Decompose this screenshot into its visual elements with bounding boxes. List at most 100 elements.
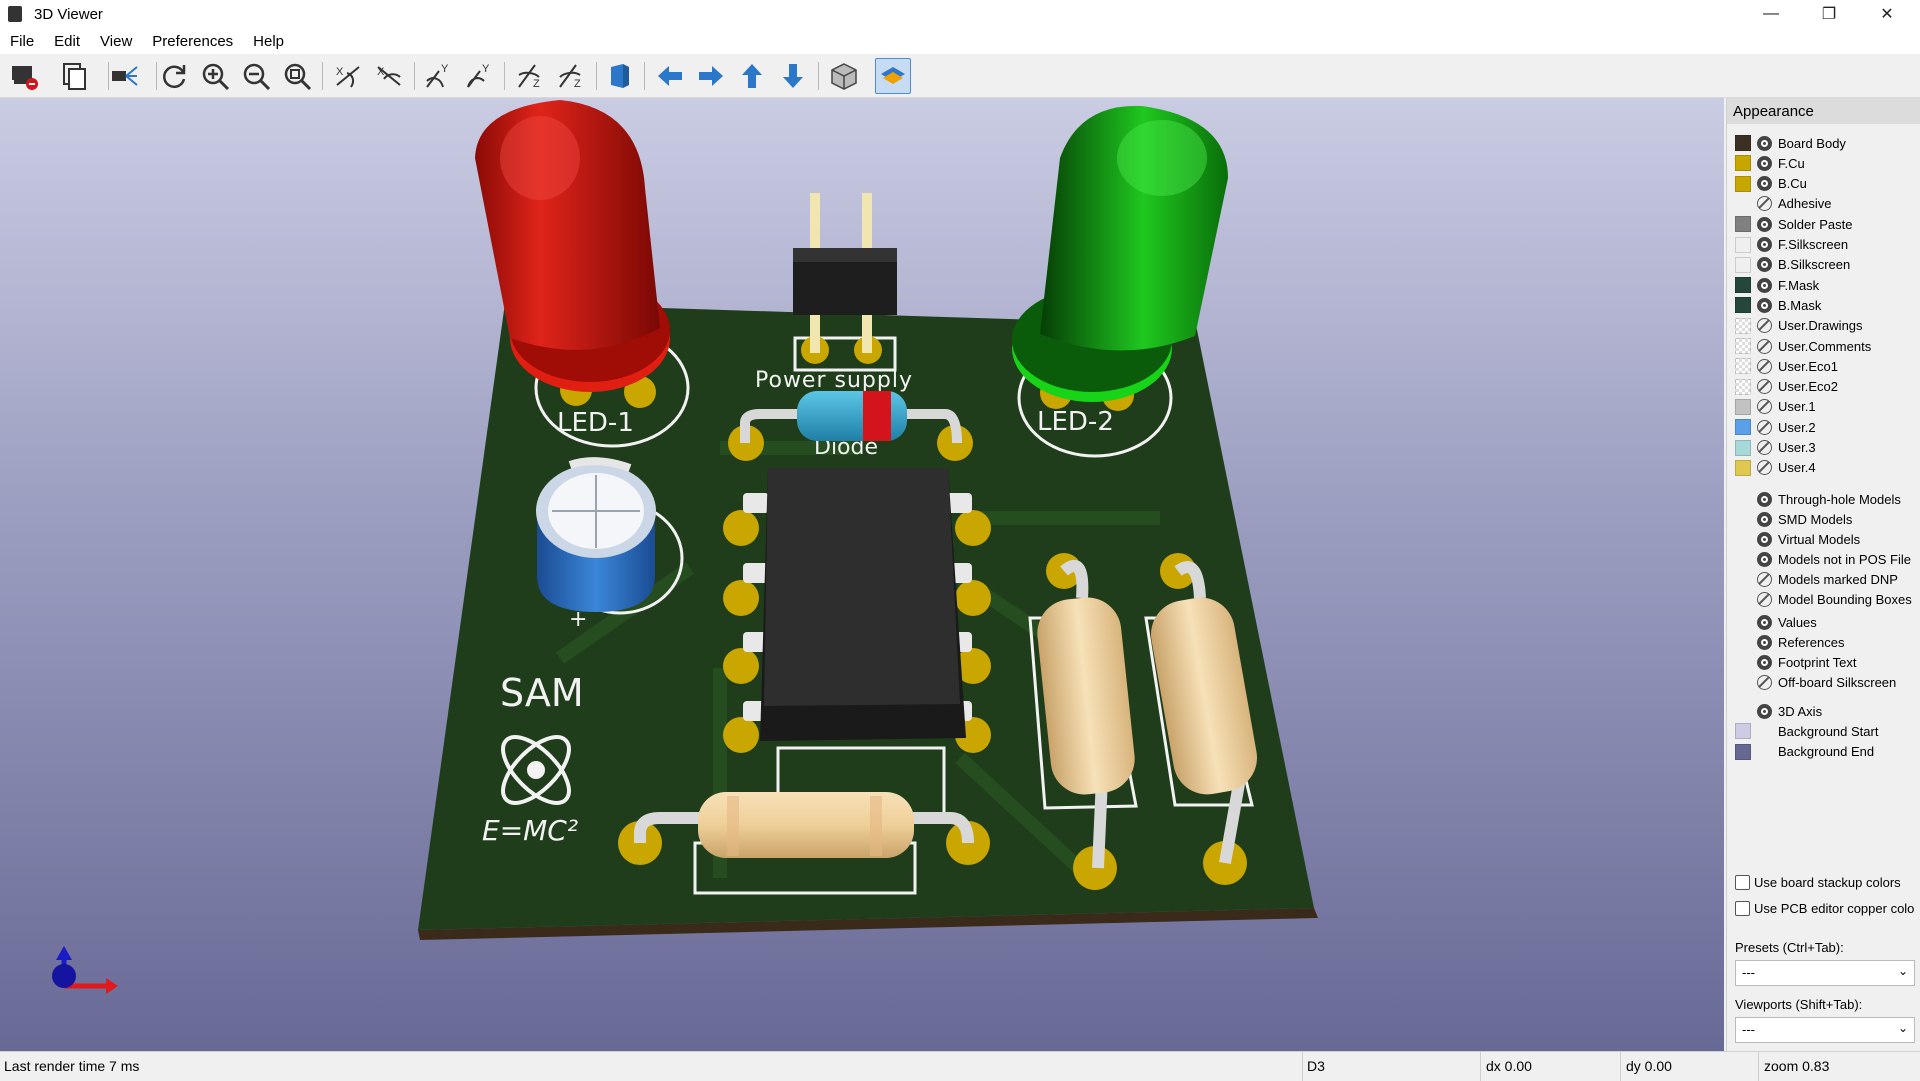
appearance-row[interactable]: User.4 (1735, 458, 1816, 478)
color-swatch[interactable] (1735, 358, 1751, 375)
visibility-off-icon[interactable] (1757, 674, 1772, 690)
checkbox-box[interactable] (1735, 901, 1750, 916)
zoom-out-icon[interactable] (238, 58, 274, 94)
color-swatch[interactable] (1735, 175, 1751, 192)
visibility-off-icon[interactable] (1757, 379, 1772, 395)
color-swatch[interactable] (1735, 338, 1751, 354)
stackup-colors-checkbox[interactable]: Use board stackup colors (1735, 875, 1901, 890)
rotate-y-ccw-icon[interactable]: Y (461, 58, 497, 94)
visibility-off-icon[interactable] (1757, 440, 1772, 455)
checkbox-box[interactable] (1735, 875, 1750, 890)
color-swatch[interactable] (1735, 723, 1751, 740)
appearance-row[interactable]: Models not in POS File (1735, 549, 1911, 569)
visibility-eye-icon[interactable] (1757, 297, 1772, 313)
visibility-off-icon[interactable] (1757, 318, 1772, 334)
visibility-off-icon[interactable] (1757, 196, 1772, 212)
color-swatch[interactable] (1735, 317, 1751, 334)
color-swatch[interactable] (1735, 459, 1751, 476)
appearance-row[interactable]: Values (1735, 612, 1817, 632)
visibility-eye-icon[interactable] (1757, 703, 1772, 719)
appearance-row[interactable]: User.Comments (1735, 336, 1871, 356)
zoom-fit-icon[interactable] (279, 58, 315, 94)
visibility-off-icon[interactable] (1757, 399, 1772, 415)
visibility-eye-icon[interactable] (1757, 237, 1772, 252)
appearance-row[interactable]: Models marked DNP (1735, 569, 1898, 589)
menu-edit[interactable]: Edit (44, 33, 90, 50)
move-right-icon[interactable] (693, 58, 729, 94)
visibility-eye-icon[interactable] (1757, 176, 1772, 192)
visibility-off-icon[interactable] (1757, 358, 1772, 374)
visibility-eye-icon[interactable] (1757, 257, 1772, 273)
appearance-row[interactable]: User.3 (1735, 438, 1816, 458)
color-swatch[interactable] (1735, 398, 1751, 415)
appearance-row[interactable]: F.Silkscreen (1735, 235, 1848, 255)
appearance-row[interactable]: Model Bounding Boxes (1735, 590, 1912, 610)
appearance-row[interactable]: Background Start (1735, 721, 1878, 741)
render-options-icon[interactable] (106, 58, 142, 94)
viewports-dropdown[interactable]: --- ⌄ (1735, 1017, 1915, 1043)
rotate-z-cw-icon[interactable]: Z (512, 58, 548, 94)
move-down-icon[interactable] (775, 58, 811, 94)
visibility-eye-icon[interactable] (1757, 135, 1772, 151)
visibility-eye-icon[interactable] (1757, 551, 1772, 567)
menu-preferences[interactable]: Preferences (142, 33, 243, 50)
render-raytracing-icon[interactable] (6, 58, 42, 94)
color-swatch[interactable] (1735, 277, 1751, 294)
restore-button[interactable]: ❐ (1800, 0, 1858, 28)
menu-view[interactable]: View (90, 33, 142, 50)
appearance-row[interactable]: B.Silkscreen (1735, 255, 1850, 275)
orthographic-icon[interactable] (826, 58, 862, 94)
appearance-row[interactable]: B.Cu (1735, 174, 1807, 194)
color-swatch[interactable] (1735, 419, 1751, 436)
visibility-eye-icon[interactable] (1757, 654, 1772, 670)
visibility-eye-icon[interactable] (1757, 491, 1772, 507)
appearance-row[interactable]: Off-board Silkscreen (1735, 672, 1896, 692)
close-button[interactable]: ✕ (1858, 0, 1916, 28)
move-up-icon[interactable] (734, 58, 770, 94)
visibility-eye-icon[interactable] (1757, 531, 1772, 547)
visibility-off-icon[interactable] (1757, 419, 1772, 435)
visibility-eye-icon[interactable] (1757, 634, 1772, 650)
rotate-x-ccw-icon[interactable]: X (371, 58, 407, 94)
rotate-x-cw-icon[interactable]: X (330, 58, 366, 94)
layers-manager-icon[interactable] (875, 58, 911, 94)
minimize-button[interactable]: — (1742, 0, 1800, 28)
appearance-row[interactable]: User.2 (1735, 417, 1816, 437)
appearance-row[interactable]: User.1 (1735, 397, 1816, 417)
color-swatch[interactable] (1735, 743, 1751, 760)
visibility-eye-icon[interactable] (1757, 614, 1772, 630)
color-swatch[interactable] (1735, 378, 1751, 395)
visibility-eye-icon[interactable] (1757, 511, 1772, 527)
appearance-row[interactable]: F.Cu (1735, 153, 1805, 173)
color-swatch[interactable] (1735, 439, 1751, 456)
zoom-in-icon[interactable] (197, 58, 233, 94)
appearance-row[interactable]: F.Mask (1735, 275, 1819, 295)
visibility-off-icon[interactable] (1757, 338, 1772, 354)
appearance-row[interactable]: User.Eco1 (1735, 356, 1838, 376)
3d-canvas[interactable]: LED-1 LED-2 Power supply Diode SAM E=MC²… (0, 98, 1724, 1051)
copper-colors-checkbox[interactable]: Use PCB editor copper colo (1735, 901, 1914, 916)
color-swatch[interactable] (1735, 236, 1751, 253)
appearance-row[interactable]: Solder Paste (1735, 214, 1852, 234)
appearance-row[interactable]: Through-hole Models (1735, 489, 1901, 509)
color-swatch[interactable] (1735, 216, 1751, 233)
appearance-row[interactable]: User.Eco2 (1735, 377, 1838, 397)
visibility-off-icon[interactable] (1757, 460, 1772, 476)
flip-board-icon[interactable] (602, 58, 638, 94)
appearance-row[interactable]: Adhesive (1735, 194, 1831, 214)
appearance-row[interactable]: References (1735, 632, 1844, 652)
rotate-z-ccw-icon[interactable]: Z (553, 58, 589, 94)
rotate-y-cw-icon[interactable]: Y (420, 58, 456, 94)
appearance-row[interactable]: 3D Axis (1735, 701, 1822, 721)
copy-3d-image-icon[interactable] (56, 58, 92, 94)
color-swatch[interactable] (1735, 297, 1751, 314)
menu-help[interactable]: Help (243, 33, 294, 50)
appearance-row[interactable]: Background End (1735, 742, 1874, 762)
appearance-row[interactable]: B.Mask (1735, 295, 1821, 315)
visibility-eye-icon[interactable] (1757, 155, 1772, 171)
appearance-row[interactable]: Footprint Text (1735, 652, 1857, 672)
color-swatch[interactable] (1735, 155, 1751, 172)
appearance-row[interactable]: SMD Models (1735, 509, 1852, 529)
presets-dropdown[interactable]: --- ⌄ (1735, 960, 1915, 986)
appearance-row[interactable]: Virtual Models (1735, 529, 1860, 549)
